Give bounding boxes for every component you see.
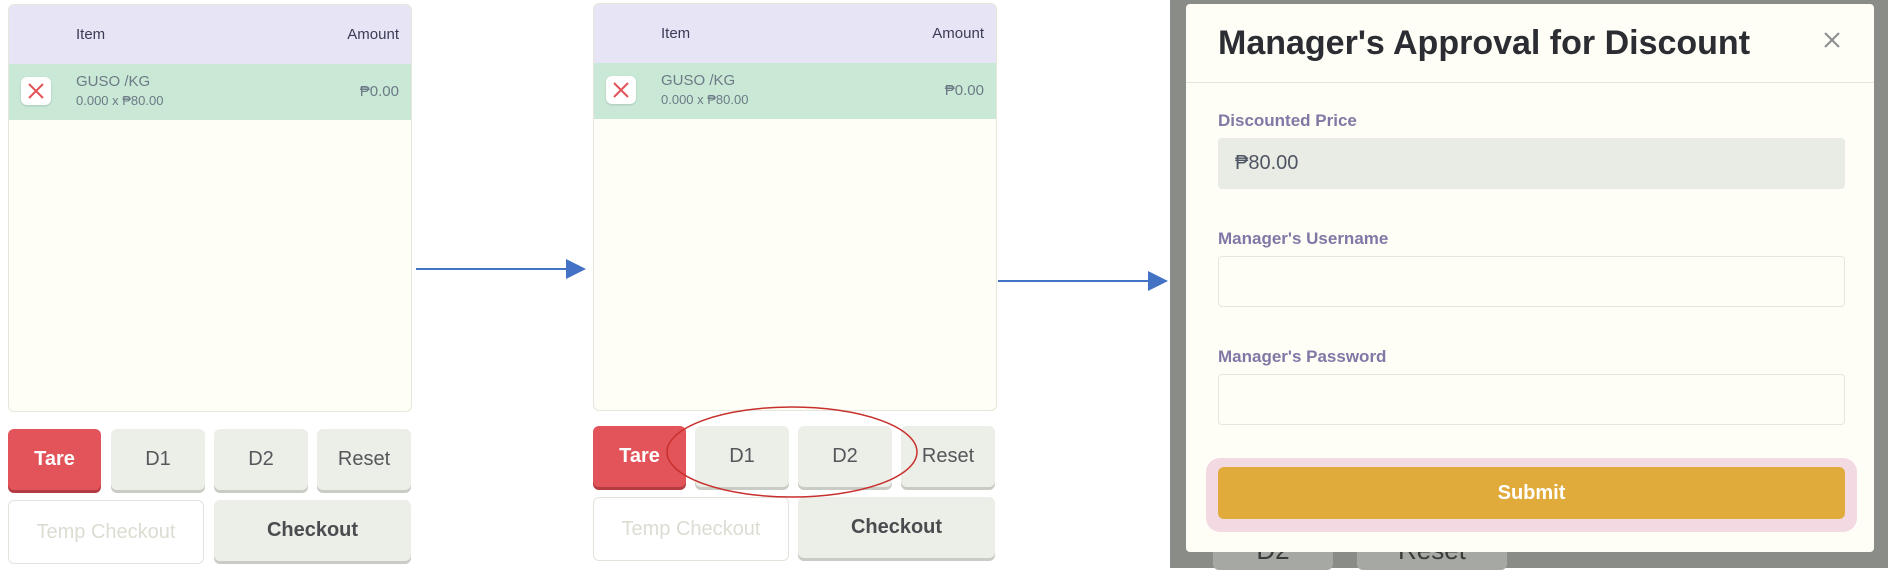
password-label: Manager's Password: [1218, 347, 1387, 366]
modal-divider: [1186, 82, 1874, 83]
item-detail: 0.000 x ₱80.00: [76, 93, 164, 108]
modal-title: Manager's Approval for Discount: [1218, 24, 1751, 62]
temp-checkout-button[interactable]: Temp Checkout: [593, 497, 789, 561]
username-field[interactable]: [1218, 256, 1845, 307]
item-amount: ₱0.00: [944, 82, 984, 99]
item-name: GUSO /KG: [76, 73, 151, 90]
discounted-price-field[interactable]: ₱80.00: [1218, 138, 1845, 189]
item-list: Item Amount GUSO /KG 0.000 x ₱80.00 ₱0.0…: [8, 4, 412, 412]
item-amount: ₱0.00: [359, 83, 399, 100]
list-header: Item Amount: [9, 5, 411, 64]
username-label: Manager's Username: [1218, 229, 1389, 248]
reset-button[interactable]: Reset: [317, 429, 411, 490]
password-field[interactable]: [1218, 374, 1845, 425]
item-list: Item Amount GUSO /KG 0.000 x ₱80.00 ₱0.0…: [593, 3, 997, 411]
discounted-price-label: Discounted Price: [1218, 111, 1357, 130]
discount-approval-modal: Manager's Approval for Discount Discount…: [1186, 4, 1874, 552]
delete-item-button[interactable]: [606, 76, 636, 104]
pos-panel-1: Item Amount GUSO /KG 0.000 x ₱80.00 ₱0.0…: [8, 4, 412, 567]
d2-button[interactable]: D2: [214, 429, 308, 490]
list-header: Item Amount: [594, 4, 996, 63]
header-amount-label: Amount: [932, 25, 984, 42]
d1-button[interactable]: D1: [111, 429, 205, 490]
header-amount-label: Amount: [347, 26, 399, 43]
tare-button[interactable]: Tare: [8, 429, 101, 490]
checkout-button[interactable]: Checkout: [214, 500, 411, 561]
checkout-button[interactable]: Checkout: [798, 497, 995, 558]
highlight-ellipse: [664, 404, 920, 505]
close-icon: [1824, 32, 1840, 48]
close-icon: [613, 82, 629, 98]
list-item[interactable]: GUSO /KG 0.000 x ₱80.00 ₱0.00: [9, 64, 411, 120]
header-item-label: Item: [661, 25, 691, 42]
temp-checkout-button[interactable]: Temp Checkout: [8, 500, 204, 564]
item-name: GUSO /KG: [661, 72, 736, 89]
header-item-label: Item: [76, 26, 106, 43]
submit-button[interactable]: Submit: [1218, 467, 1845, 519]
close-icon: [28, 83, 44, 99]
item-detail: 0.000 x ₱80.00: [661, 92, 749, 107]
delete-item-button[interactable]: [21, 77, 51, 105]
flow-arrow-1: [416, 257, 588, 281]
flow-arrow-2: [998, 269, 1170, 293]
list-item[interactable]: GUSO /KG 0.000 x ₱80.00 ₱0.00: [594, 63, 996, 119]
close-button[interactable]: [1820, 28, 1844, 52]
